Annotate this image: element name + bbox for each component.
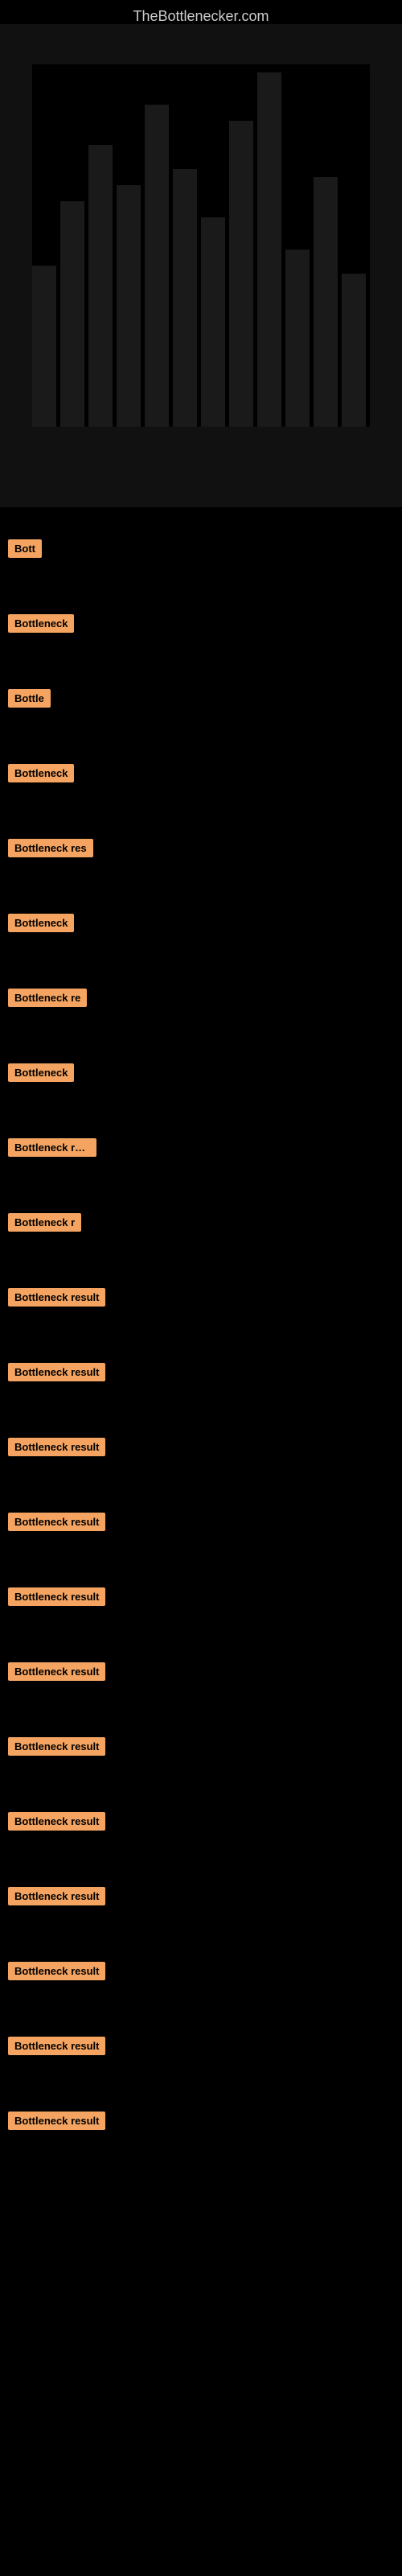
bottleneck-badge: Bottleneck result [8, 1363, 105, 1381]
bottleneck-badge: Bottleneck [8, 914, 74, 932]
bottleneck-badge: Bottleneck result [8, 1887, 105, 1905]
spacer [0, 944, 402, 989]
bottleneck-badge: Bottleneck result [8, 1438, 105, 1456]
spacer [0, 1019, 402, 1063]
list-item: Bott [0, 539, 402, 562]
list-item: Bottleneck result [0, 1812, 402, 1835]
chart-content [0, 24, 402, 507]
spacer [0, 1094, 402, 1138]
list-item: Bottleneck [0, 614, 402, 637]
list-item: Bottle [0, 689, 402, 712]
list-item: Bottleneck res [0, 839, 402, 861]
bottleneck-badge: Bottleneck resu [8, 1138, 96, 1157]
spacer [0, 1393, 402, 1438]
spacer [0, 1693, 402, 1737]
spacer [0, 1319, 402, 1363]
spacer [0, 645, 402, 689]
spacer [0, 795, 402, 839]
list-item: Bottleneck result [0, 1587, 402, 1610]
list-item: Bottleneck [0, 1063, 402, 1086]
bottleneck-badge: Bottleneck result [8, 2112, 105, 2130]
spacer [0, 720, 402, 764]
list-item: Bottleneck result [0, 1737, 402, 1760]
spacer [0, 1843, 402, 1887]
bottleneck-badge: Bottleneck result [8, 1737, 105, 1756]
bottleneck-badge: Bottleneck result [8, 1513, 105, 1531]
bottleneck-badge: Bottleneck res [8, 839, 93, 857]
spacer [0, 1169, 402, 1213]
bottleneck-badge: Bottleneck r [8, 1213, 81, 1232]
bottleneck-badge: Bottleneck result [8, 2037, 105, 2055]
spacer [0, 570, 402, 614]
spacer [0, 1244, 402, 1288]
list-item: Bottleneck [0, 914, 402, 936]
list-item: Bottleneck result [0, 1288, 402, 1311]
list-item: Bottleneck r [0, 1213, 402, 1236]
list-item: Bottleneck result [0, 2112, 402, 2134]
list-item: Bottleneck result [0, 2037, 402, 2059]
bottleneck-items-list: Bott Bottleneck Bottle Bottleneck Bottle… [0, 523, 402, 2158]
bottleneck-badge: Bottleneck result [8, 1962, 105, 1980]
spacer [0, 1768, 402, 1812]
bottleneck-badge: Bottle [8, 689, 51, 708]
spacer [0, 1468, 402, 1513]
bottleneck-badge: Bottleneck [8, 764, 74, 782]
list-item: Bottleneck resu [0, 1138, 402, 1161]
bar-chart [32, 64, 370, 427]
list-item: Bottleneck result [0, 1438, 402, 1460]
bottleneck-badge: Bottleneck [8, 614, 74, 633]
bottleneck-badge: Bottleneck [8, 1063, 74, 1082]
spacer [0, 869, 402, 914]
list-item: Bottleneck [0, 764, 402, 786]
bottleneck-badge: Bottleneck re [8, 989, 87, 1007]
list-item: Bottleneck result [0, 1513, 402, 1535]
list-item: Bottleneck result [0, 1887, 402, 1909]
list-item: Bottleneck result [0, 1662, 402, 1685]
spacer [0, 1543, 402, 1587]
bottleneck-badge: Bottleneck result [8, 1812, 105, 1831]
list-item: Bottleneck result [0, 1363, 402, 1385]
spacer [0, 1918, 402, 1962]
bottleneck-badge: Bottleneck result [8, 1587, 105, 1606]
spacer [0, 1992, 402, 2037]
bottleneck-badge: Bottleneck result [8, 1288, 105, 1307]
bottleneck-badge: Bott [8, 539, 42, 558]
list-item: Bottleneck re [0, 989, 402, 1011]
bottleneck-badge: Bottleneck result [8, 1662, 105, 1681]
chart-area [0, 24, 402, 507]
spacer [0, 2067, 402, 2112]
spacer [0, 1618, 402, 1662]
list-item: Bottleneck result [0, 1962, 402, 1984]
